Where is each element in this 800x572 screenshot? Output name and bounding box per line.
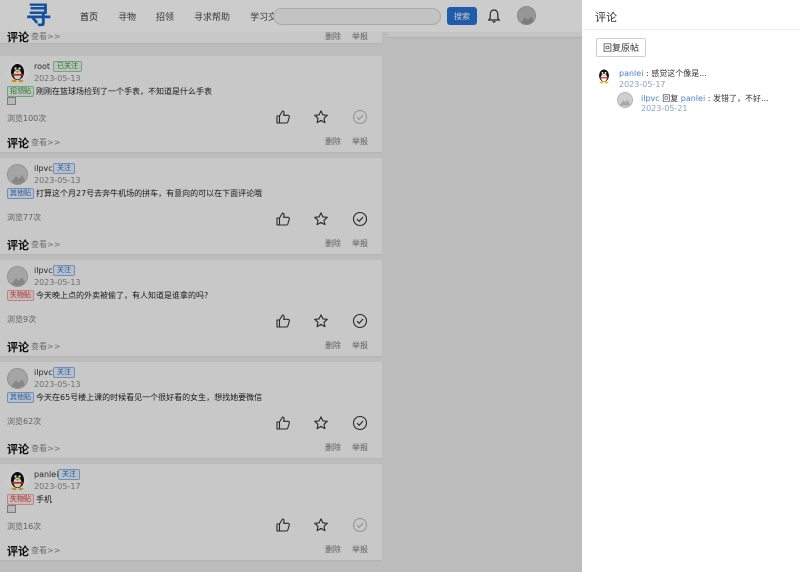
comment-text[interactable]: 感觉这个像是... (651, 69, 707, 78)
drawer-title: 评论 (595, 11, 617, 24)
reply-target-username[interactable]: panlei (681, 94, 705, 103)
comment-separator: : (705, 94, 713, 103)
penguin-avatar[interactable] (596, 68, 612, 84)
reply-post-button[interactable]: 回复原帖 (596, 38, 646, 57)
comment-date: 2023-05-17 (619, 80, 666, 89)
modal-overlay[interactable] (0, 0, 582, 572)
default-avatar[interactable] (617, 92, 633, 108)
reply-word: 回复 (659, 94, 681, 103)
comment-date: 2023-05-21 (641, 104, 688, 113)
comment-username[interactable]: ilpvc (641, 94, 660, 103)
comment-username[interactable]: panlei (619, 69, 643, 78)
comment-item: panlei : 感觉这个像是... (619, 68, 707, 79)
comment-drawer: 评论 回复原帖 panlei : 感觉这个像是... 2023-05-17 il… (582, 0, 800, 572)
comment-text[interactable]: 发错了，不好... (713, 94, 769, 103)
drawer-divider (582, 29, 800, 30)
reply-item: ilpvc 回复 panlei : 发错了，不好... (641, 93, 769, 104)
